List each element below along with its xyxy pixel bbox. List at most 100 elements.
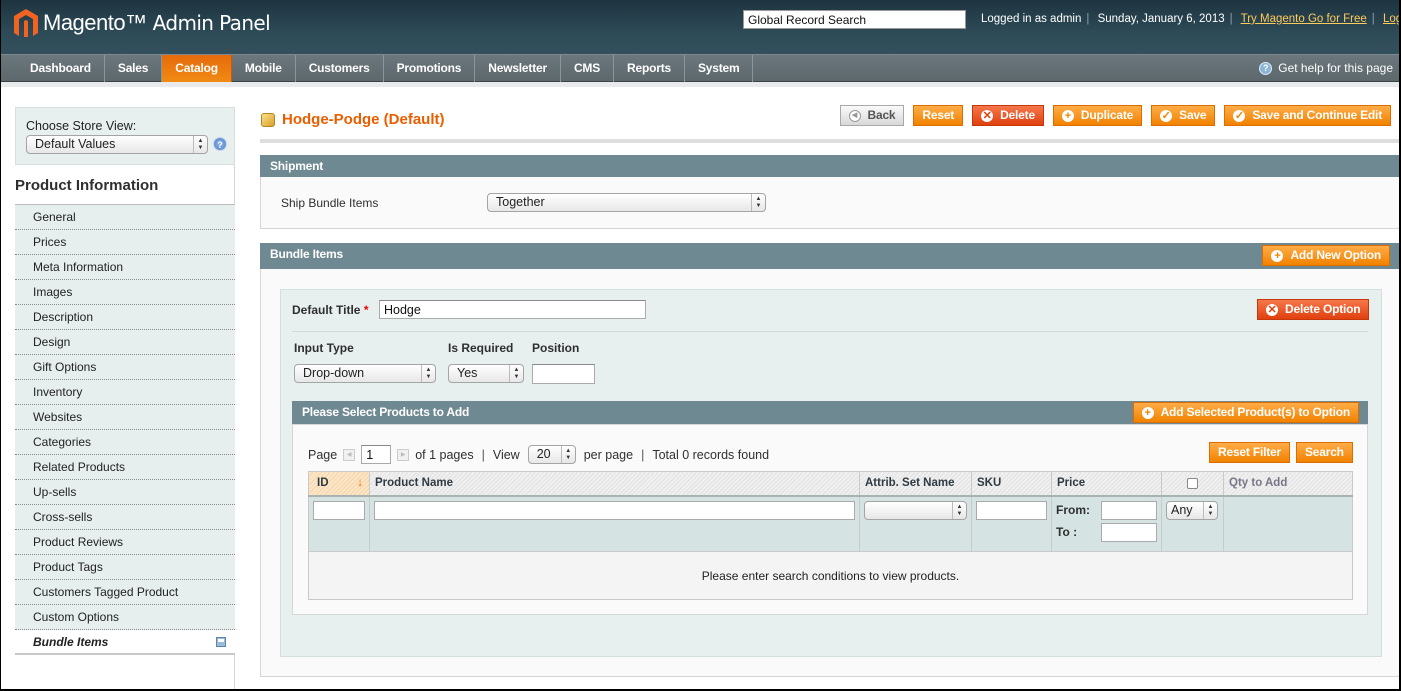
nav-newsletter[interactable]: Newsletter <box>475 55 561 82</box>
delete-x-icon: ✕ <box>981 109 994 122</box>
select-products-header: Please Select Products to Add + Add Selec… <box>292 401 1368 424</box>
tab-images[interactable]: Images <box>15 280 235 305</box>
sort-down-icon: ↓ <box>357 477 363 490</box>
add-new-option-button[interactable]: + Add New Option <box>1262 245 1390 266</box>
empty-message: Please enter search conditions to view p… <box>308 551 1353 600</box>
any-value: Any <box>1171 502 1193 517</box>
total-records-text: Total 0 records found <box>652 447 770 462</box>
column-id[interactable]: ID ↓ <box>308 471 370 497</box>
app-window: Magento ™ Admin Panel Logged in as admin… <box>0 0 1401 691</box>
tab-related-products[interactable]: Related Products <box>15 455 235 480</box>
column-attrib-set-name[interactable]: Attrib. Set Name <box>859 471 972 497</box>
filter-id-input[interactable] <box>313 500 365 520</box>
shipment-header: Shipment <box>260 155 1399 177</box>
filter-any-select[interactable]: Any ▲ ▼ <box>1166 500 1218 520</box>
tab-gift-options[interactable]: Gift Options <box>15 355 235 380</box>
select-arrows-icon: ▲ ▼ <box>952 501 966 519</box>
global-search-input[interactable] <box>743 10 966 29</box>
filter-select-cell: Any ▲ ▼ <box>1161 495 1224 552</box>
grid-header-row: ID ↓ Product Name Attrib. Set Name SKU Pr… <box>308 471 1353 497</box>
shipment-fieldset: Ship Bundle Items Together ▲ ▼ <box>260 177 1399 229</box>
store-view-select[interactable]: Default Values ▲ ▼ <box>26 135 208 154</box>
default-title-input[interactable] <box>379 300 646 319</box>
help-icon[interactable]: ? <box>213 137 227 151</box>
tab-general[interactable]: General <box>15 205 235 230</box>
page-input[interactable] <box>361 445 392 464</box>
tab-customers-tagged-product[interactable]: Customers Tagged Product <box>15 580 235 605</box>
nav-sales[interactable]: Sales <box>105 55 163 82</box>
column-sku[interactable]: SKU <box>971 471 1052 497</box>
ship-bundle-value: Together <box>496 195 545 209</box>
filter-name-input[interactable] <box>374 500 855 520</box>
input-type-select[interactable]: Drop-down ▲ ▼ <box>294 364 436 383</box>
column-product-name[interactable]: Product Name <box>369 471 860 497</box>
nav-customers[interactable]: Customers <box>296 55 384 82</box>
position-input[interactable] <box>532 364 595 384</box>
view-label: View <box>492 447 520 462</box>
tab-custom-options[interactable]: Custom Options <box>15 605 235 630</box>
delete-button[interactable]: ✕ Delete <box>972 105 1044 126</box>
column-price[interactable]: Price <box>1051 471 1162 497</box>
prev-page-icon[interactable]: ◀ <box>343 448 356 461</box>
tab-up-sells[interactable]: Up-sells <box>15 480 235 505</box>
select-all-checkbox[interactable] <box>1187 477 1198 489</box>
nav-promotions[interactable]: Promotions <box>384 55 476 82</box>
plus-icon: + <box>1141 406 1154 419</box>
default-title-label: Default Title * <box>292 303 368 317</box>
tab-bundle-items[interactable]: Bundle Items <box>15 630 235 655</box>
tab-product-reviews[interactable]: Product Reviews <box>15 530 235 555</box>
separator: | <box>1371 13 1375 25</box>
save-continue-button[interactable]: ✓ Save and Continue Edit <box>1224 105 1391 126</box>
duplicate-button[interactable]: + Duplicate <box>1052 105 1143 126</box>
add-selected-label: Add Selected Product(s) to Option <box>1160 405 1351 419</box>
price-to-input[interactable] <box>1101 522 1157 542</box>
tab-design[interactable]: Design <box>15 330 235 355</box>
bundle-items-title: Bundle Items <box>270 247 343 261</box>
filter-attrib-set-select[interactable]: ▲ ▼ <box>864 500 967 520</box>
input-type-label: Input Type <box>294 341 354 355</box>
save-button[interactable]: ✓ Save <box>1151 105 1216 126</box>
nav-cms[interactable]: CMS <box>561 55 615 82</box>
is-required-select[interactable]: Yes ▲ ▼ <box>448 364 524 383</box>
per-page-select[interactable]: 20 ▲ ▼ <box>527 445 576 464</box>
grid-actions: Reset Filter Search <box>1209 442 1353 463</box>
tab-prices[interactable]: Prices <box>15 230 235 255</box>
tab-product-tags[interactable]: Product Tags <box>15 555 235 580</box>
store-view-label: Choose Store View: <box>26 119 137 133</box>
tab-categories[interactable]: Categories <box>15 430 235 455</box>
column-select <box>1161 471 1224 497</box>
add-selected-products-button[interactable]: + Add Selected Product(s) to Option <box>1132 402 1359 423</box>
try-magento-link[interactable]: Try Magento Go for Free <box>1241 13 1367 25</box>
tab-meta-information[interactable]: Meta Information <box>15 255 235 280</box>
column-qty-to-add: Qty to Add <box>1223 471 1353 497</box>
price-from-row: From: <box>1056 500 1157 520</box>
tab-websites[interactable]: Websites <box>15 405 235 430</box>
filter-qty-cell <box>1223 495 1353 552</box>
logo[interactable]: Magento ™ Admin Panel <box>14 9 271 37</box>
tab-description[interactable]: Description <box>15 305 235 330</box>
tab-inventory[interactable]: Inventory <box>15 380 235 405</box>
next-page-icon[interactable]: ▶ <box>397 448 410 461</box>
nav-catalog[interactable]: Catalog <box>162 55 232 82</box>
nav-mobile[interactable]: Mobile <box>232 55 296 82</box>
of-pages-text: of 1 pages <box>415 447 474 462</box>
nav-dashboard[interactable]: Dashboard <box>17 55 105 82</box>
reset-button[interactable]: Reset <box>913 105 964 126</box>
select-arrows-icon: ▲ ▼ <box>560 446 575 463</box>
ship-bundle-select[interactable]: Together ▲ ▼ <box>487 193 766 212</box>
delete-option-button[interactable]: ✕ Delete Option <box>1257 299 1370 320</box>
delete-label: Delete <box>1000 108 1035 122</box>
nav-reports[interactable]: Reports <box>614 55 685 82</box>
help-link[interactable]: ? Get help for this page <box>1259 55 1393 82</box>
filter-sku-input[interactable] <box>976 500 1047 520</box>
grid-filter-row: ▲ ▼ From: To : Any ▲ ▼ <box>308 495 1353 552</box>
duplicate-label: Duplicate <box>1080 108 1134 122</box>
price-from-input[interactable] <box>1101 500 1157 520</box>
logout-link[interactable]: Log Out <box>1383 13 1399 25</box>
search-button[interactable]: Search <box>1295 442 1353 463</box>
reset-filter-button[interactable]: Reset Filter <box>1209 442 1290 463</box>
date-text: Sunday, January 6, 2013 <box>1097 13 1225 25</box>
back-button[interactable]: ◀ Back <box>839 105 905 126</box>
tab-cross-sells[interactable]: Cross-sells <box>15 505 235 530</box>
nav-system[interactable]: System <box>685 55 754 82</box>
